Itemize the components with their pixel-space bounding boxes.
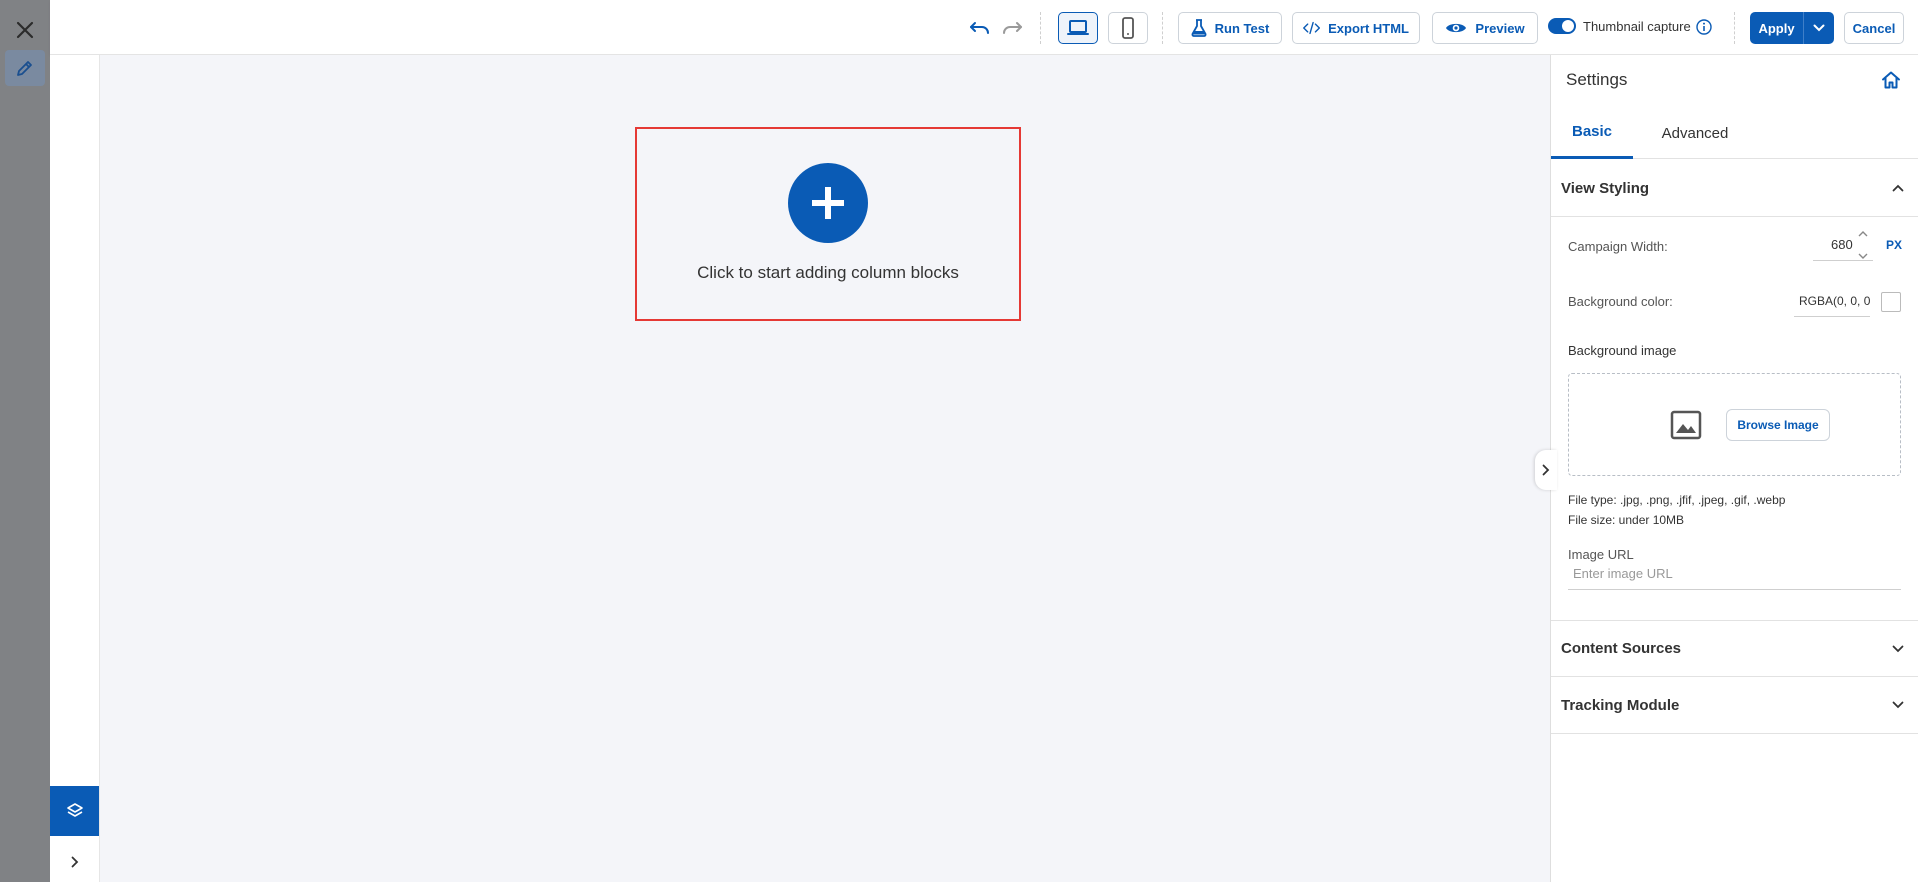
background-color-input[interactable]: RGBA(0, 0, 0, 0)	[1794, 285, 1870, 317]
pencil-icon	[17, 61, 32, 76]
close-icon	[16, 21, 34, 39]
edit-mode-button[interactable]	[5, 50, 45, 86]
background-image-label: Background image	[1568, 343, 1677, 358]
tab-basic[interactable]: Basic	[1551, 107, 1633, 159]
settings-title: Settings	[1566, 70, 1628, 89]
view-styling-header[interactable]: View Styling	[1551, 160, 1918, 217]
eye-icon	[1446, 23, 1467, 33]
chevron-down-icon	[1858, 253, 1868, 259]
run-test-button[interactable]: Run Test	[1178, 12, 1282, 44]
file-size-hint: File size: under 10MB	[1568, 513, 1685, 527]
apply-button[interactable]: Apply	[1750, 12, 1804, 44]
campaign-width-label: Campaign Width:	[1568, 239, 1668, 254]
undo-button[interactable]	[966, 14, 994, 42]
undo-icon	[970, 22, 989, 34]
layers-icon	[66, 803, 83, 817]
file-type-hint: File type: .jpg, .png, .jfif, .jpeg, .gi…	[1568, 493, 1786, 507]
chevron-up-icon	[1892, 184, 1904, 192]
content-sources-title: Content Sources	[1561, 640, 1682, 657]
thumbnail-capture-toggle[interactable]	[1548, 18, 1576, 34]
mobile-view-button[interactable]	[1108, 12, 1148, 44]
mobile-icon	[1122, 17, 1134, 39]
left-panel	[50, 55, 100, 882]
home-button[interactable]	[1878, 67, 1904, 93]
thumbnail-capture-label: Thumbnail capture	[1583, 19, 1691, 34]
toolbar-divider	[1734, 12, 1735, 44]
layers-button[interactable]	[50, 786, 99, 836]
apply-split-button: Apply	[1750, 12, 1834, 44]
background-color-swatch[interactable]	[1881, 292, 1901, 312]
chevron-right-icon	[71, 856, 78, 868]
add-blocks-label: Click to start adding column blocks	[697, 263, 959, 282]
flask-icon	[1191, 19, 1207, 37]
preview-button[interactable]: Preview	[1432, 12, 1538, 44]
settings-tabs: Basic Advanced	[1551, 107, 1918, 159]
chevron-down-icon	[1813, 24, 1825, 32]
background-image-dropzone[interactable]: Browse Image	[1568, 373, 1901, 476]
code-icon	[1303, 21, 1321, 35]
home-icon	[1882, 71, 1900, 89]
toolbar-divider	[1040, 12, 1041, 44]
campaign-width-unit[interactable]: PX	[1886, 238, 1902, 252]
redo-button[interactable]	[998, 14, 1026, 42]
expand-panel-button[interactable]	[50, 842, 99, 882]
browse-image-button[interactable]: Browse Image	[1726, 409, 1830, 441]
image-icon	[1670, 410, 1702, 440]
thumbnail-info-button[interactable]	[1696, 19, 1712, 35]
info-icon	[1696, 19, 1712, 35]
left-rail	[0, 0, 50, 882]
add-block-button[interactable]	[788, 163, 868, 243]
view-styling-title: View Styling	[1561, 179, 1650, 197]
tracking-module-title: Tracking Module	[1561, 696, 1680, 714]
add-column-blocks-area[interactable]: Click to start adding column blocks	[635, 127, 1021, 321]
desktop-view-button[interactable]	[1058, 12, 1098, 44]
editor-canvas: Click to start adding column blocks	[100, 55, 1550, 882]
tracking-module-header[interactable]: Tracking Module	[1551, 677, 1918, 734]
toolbar-divider	[1162, 12, 1163, 44]
chevron-up-icon	[1858, 231, 1868, 237]
close-button[interactable]	[12, 17, 38, 43]
top-toolbar: Run Test Export HTML Preview Thumbnail c…	[50, 0, 1918, 55]
desktop-icon	[1067, 20, 1089, 35]
run-test-label: Run Test	[1214, 20, 1270, 36]
background-color-label: Background color:	[1568, 294, 1673, 309]
tab-advanced[interactable]: Advanced	[1639, 107, 1751, 159]
redo-icon	[1003, 22, 1022, 34]
settings-panel: Settings Basic Advanced View Styling Cam…	[1550, 55, 1918, 882]
export-html-label: Export HTML	[1328, 20, 1409, 36]
chevron-down-icon	[1892, 701, 1904, 709]
content-sources-header[interactable]: Content Sources	[1551, 620, 1918, 677]
export-html-button[interactable]: Export HTML	[1292, 12, 1420, 44]
preview-label: Preview	[1475, 20, 1525, 36]
chevron-down-icon	[1892, 645, 1904, 652]
apply-dropdown-button[interactable]	[1804, 12, 1834, 44]
toggle-knob	[1562, 20, 1574, 32]
campaign-width-stepper[interactable]	[1856, 231, 1870, 259]
collapse-settings-button[interactable]	[1535, 450, 1557, 490]
plus-icon	[812, 187, 844, 219]
cancel-button[interactable]: Cancel	[1844, 12, 1904, 44]
image-url-input[interactable]: Enter image URL	[1568, 558, 1901, 590]
chevron-right-icon	[1542, 464, 1550, 476]
